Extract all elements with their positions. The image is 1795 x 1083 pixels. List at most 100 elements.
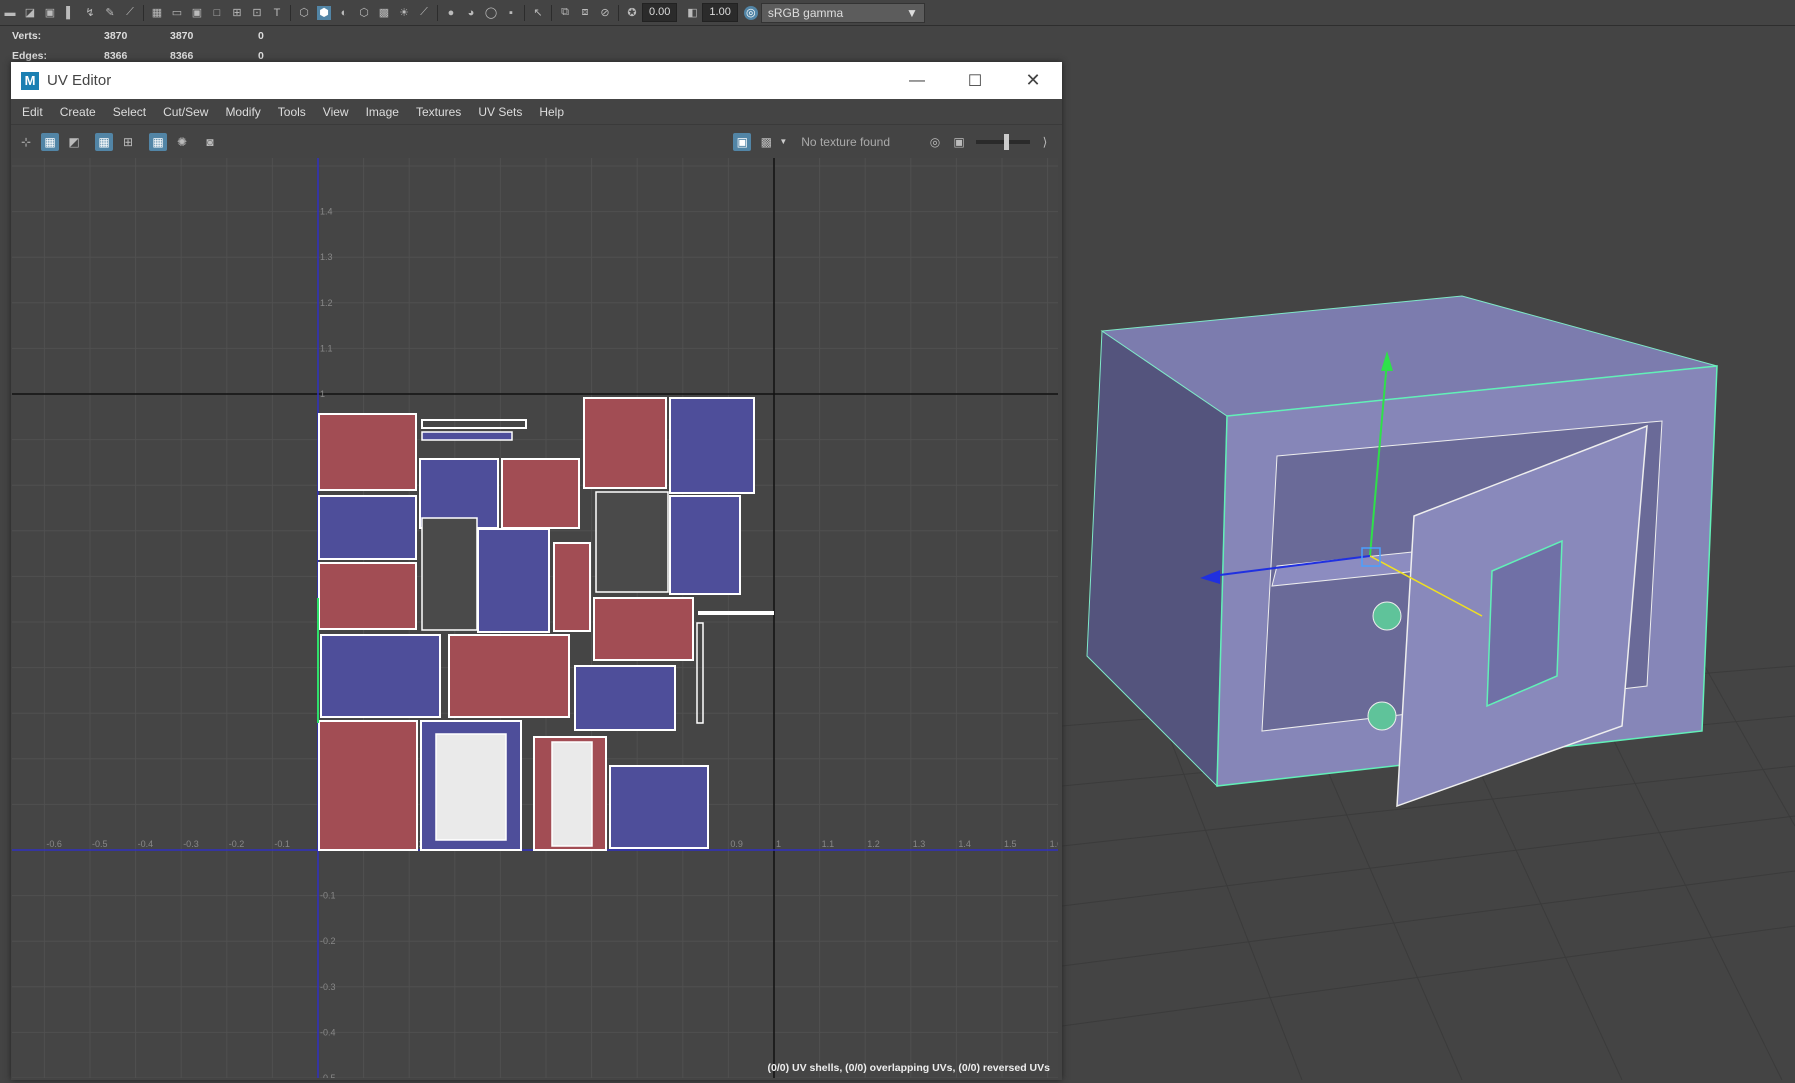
close-icon[interactable]: ✕ xyxy=(1004,70,1062,91)
gamma-field[interactable]: 1.00 xyxy=(702,3,738,22)
toolbar-divider xyxy=(143,4,144,21)
uv-shell[interactable] xyxy=(318,495,417,560)
menu-help[interactable]: Help xyxy=(539,105,564,119)
screen-space-ao-icon[interactable]: ● xyxy=(444,6,458,20)
maximize-icon[interactable]: ☐ xyxy=(946,71,1004,91)
display-image-icon[interactable]: ▣ xyxy=(733,132,752,151)
distortion-icon[interactable]: ◩ xyxy=(65,133,83,151)
film-gate-icon[interactable]: ▭ xyxy=(170,6,184,20)
safe-hinge xyxy=(1367,701,1397,731)
image-plane-icon[interactable]: ▣ xyxy=(43,6,57,20)
chevron-down-icon[interactable]: ▼ xyxy=(779,137,787,146)
wireframe-on-shaded-icon[interactable]: ⬡ xyxy=(357,6,371,20)
motion-blur-icon[interactable]: ◕ xyxy=(464,6,478,20)
uv-shell[interactable] xyxy=(551,741,593,847)
shaded-uv-icon[interactable]: ▦ xyxy=(41,132,59,151)
exposure-field[interactable]: 0.00 xyxy=(642,3,678,22)
uv-shell[interactable] xyxy=(696,622,704,724)
color-management-icon[interactable]: ◎ xyxy=(743,5,758,20)
grid-icon[interactable]: ▦ xyxy=(150,6,164,20)
uv-shell[interactable] xyxy=(669,397,755,494)
snapshot-icon[interactable]: ◙ xyxy=(201,133,219,151)
uv-shell-icon[interactable]: ⊹ xyxy=(17,133,35,151)
lights-icon[interactable]: ☀ xyxy=(397,6,411,20)
exposure-reset-icon[interactable]: ◎ xyxy=(926,133,944,151)
grease-pencil-icon[interactable]: ✎ xyxy=(103,6,117,20)
checker-map-icon[interactable]: ▦ xyxy=(149,132,167,151)
v-tick-label: 1.4 xyxy=(320,207,333,217)
menu-uv-sets[interactable]: UV Sets xyxy=(478,105,522,119)
uv-shell[interactable] xyxy=(477,528,550,633)
bookmark-icon[interactable]: ▌ xyxy=(63,6,77,20)
uv-shell[interactable] xyxy=(698,611,774,615)
isolate-select-icon[interactable]: ↖ xyxy=(531,6,545,20)
uv-editor-titlebar[interactable]: M UV Editor — ☐ ✕ xyxy=(11,62,1062,99)
menu-tools[interactable]: Tools xyxy=(278,105,306,119)
uv-editor-window: M UV Editor — ☐ ✕ Edit Create Select Cut… xyxy=(11,62,1062,1080)
perspective-viewport[interactable] xyxy=(1061,26,1795,1081)
uv-shell[interactable] xyxy=(421,517,478,631)
gamma-icon[interactable]: ◧ xyxy=(685,6,699,20)
shadows-icon[interactable]: ⟋ xyxy=(417,6,431,20)
uv-shell[interactable] xyxy=(669,495,741,595)
colorspace-dropdown[interactable]: sRGB gamma ▼ xyxy=(760,2,925,23)
hud-label: Verts: xyxy=(12,30,42,42)
uv-shell[interactable] xyxy=(318,562,417,630)
snap-icon[interactable]: ↯ xyxy=(83,6,97,20)
expand-icon[interactable]: ⟩ xyxy=(1036,133,1054,151)
xray-components-icon[interactable]: ⊘ xyxy=(598,6,612,20)
exposure-icon[interactable]: ✪ xyxy=(625,6,639,20)
uv-shell[interactable] xyxy=(574,665,676,731)
camera-icon[interactable]: ▬ xyxy=(3,6,17,20)
xray-joints-icon[interactable]: ⧈ xyxy=(578,6,592,20)
uv-shell[interactable] xyxy=(501,458,580,529)
xray-icon[interactable]: ⧉ xyxy=(558,6,572,20)
uv-shell[interactable] xyxy=(583,397,667,489)
paint-icon[interactable]: ⟋ xyxy=(123,6,137,20)
menu-create[interactable]: Create xyxy=(60,105,96,119)
uv-shell[interactable] xyxy=(595,491,669,593)
uv-grid-icon[interactable]: ▦ xyxy=(95,132,113,151)
camera-attributes-icon[interactable]: ◪ xyxy=(23,6,37,20)
menu-modify[interactable]: Modify xyxy=(225,105,260,119)
image-ratio-icon[interactable]: ▣ xyxy=(950,133,968,151)
uv-grid-canvas[interactable]: -0.6-0.5-0.4-0.3-0.2-0.10.10.20.30.40.50… xyxy=(12,158,1058,1078)
uv-shell[interactable] xyxy=(421,431,513,441)
textured-icon[interactable]: ▩ xyxy=(377,6,391,20)
uv-shell[interactable] xyxy=(593,597,694,661)
checker-icon[interactable]: ▩ xyxy=(757,133,775,151)
safe-action-icon[interactable]: ⊡ xyxy=(250,6,264,20)
wireframe-icon[interactable]: ⬡ xyxy=(297,6,311,20)
uv-shell[interactable] xyxy=(609,765,709,849)
multisample-icon[interactable]: ◯ xyxy=(484,6,498,20)
u-tick-label: 1 xyxy=(776,839,781,849)
safe-title-icon[interactable]: T xyxy=(270,6,284,20)
uv-shell[interactable] xyxy=(318,413,417,491)
field-chart-icon[interactable]: ⊞ xyxy=(230,6,244,20)
slider-handle[interactable] xyxy=(1004,133,1009,150)
isolate-icon[interactable]: ✺ xyxy=(173,133,191,151)
menu-textures[interactable]: Textures xyxy=(416,105,461,119)
menu-image[interactable]: Image xyxy=(366,105,399,119)
uv-status-line: (0/0) UV shells, (0/0) overlapping UVs, … xyxy=(767,1062,1050,1074)
uv-shell[interactable] xyxy=(421,419,527,429)
uv-shell[interactable] xyxy=(320,634,441,718)
gate-mask-icon[interactable]: □ xyxy=(210,6,224,20)
texture-status: No texture found xyxy=(801,134,890,149)
uv-shell[interactable] xyxy=(448,634,570,718)
menu-view[interactable]: View xyxy=(323,105,349,119)
smooth-shade-icon[interactable]: ⬢ xyxy=(317,5,331,20)
pixel-snap-icon[interactable]: ⊞ xyxy=(119,133,137,151)
menu-select[interactable]: Select xyxy=(113,105,146,119)
brightness-slider[interactable] xyxy=(976,133,1030,150)
default-material-icon[interactable]: ◐ xyxy=(337,6,351,20)
minimize-icon[interactable]: — xyxy=(888,72,946,90)
hud-label: Edges: xyxy=(12,50,48,62)
uv-shell[interactable] xyxy=(435,733,507,841)
resolution-gate-icon[interactable]: ▣ xyxy=(190,6,204,20)
menu-edit[interactable]: Edit xyxy=(22,105,43,119)
uv-shell[interactable] xyxy=(318,720,418,851)
menu-cut-sew[interactable]: Cut/Sew xyxy=(163,105,208,119)
depth-of-field-icon[interactable]: ▪ xyxy=(504,6,518,20)
uv-shell[interactable] xyxy=(553,542,591,632)
